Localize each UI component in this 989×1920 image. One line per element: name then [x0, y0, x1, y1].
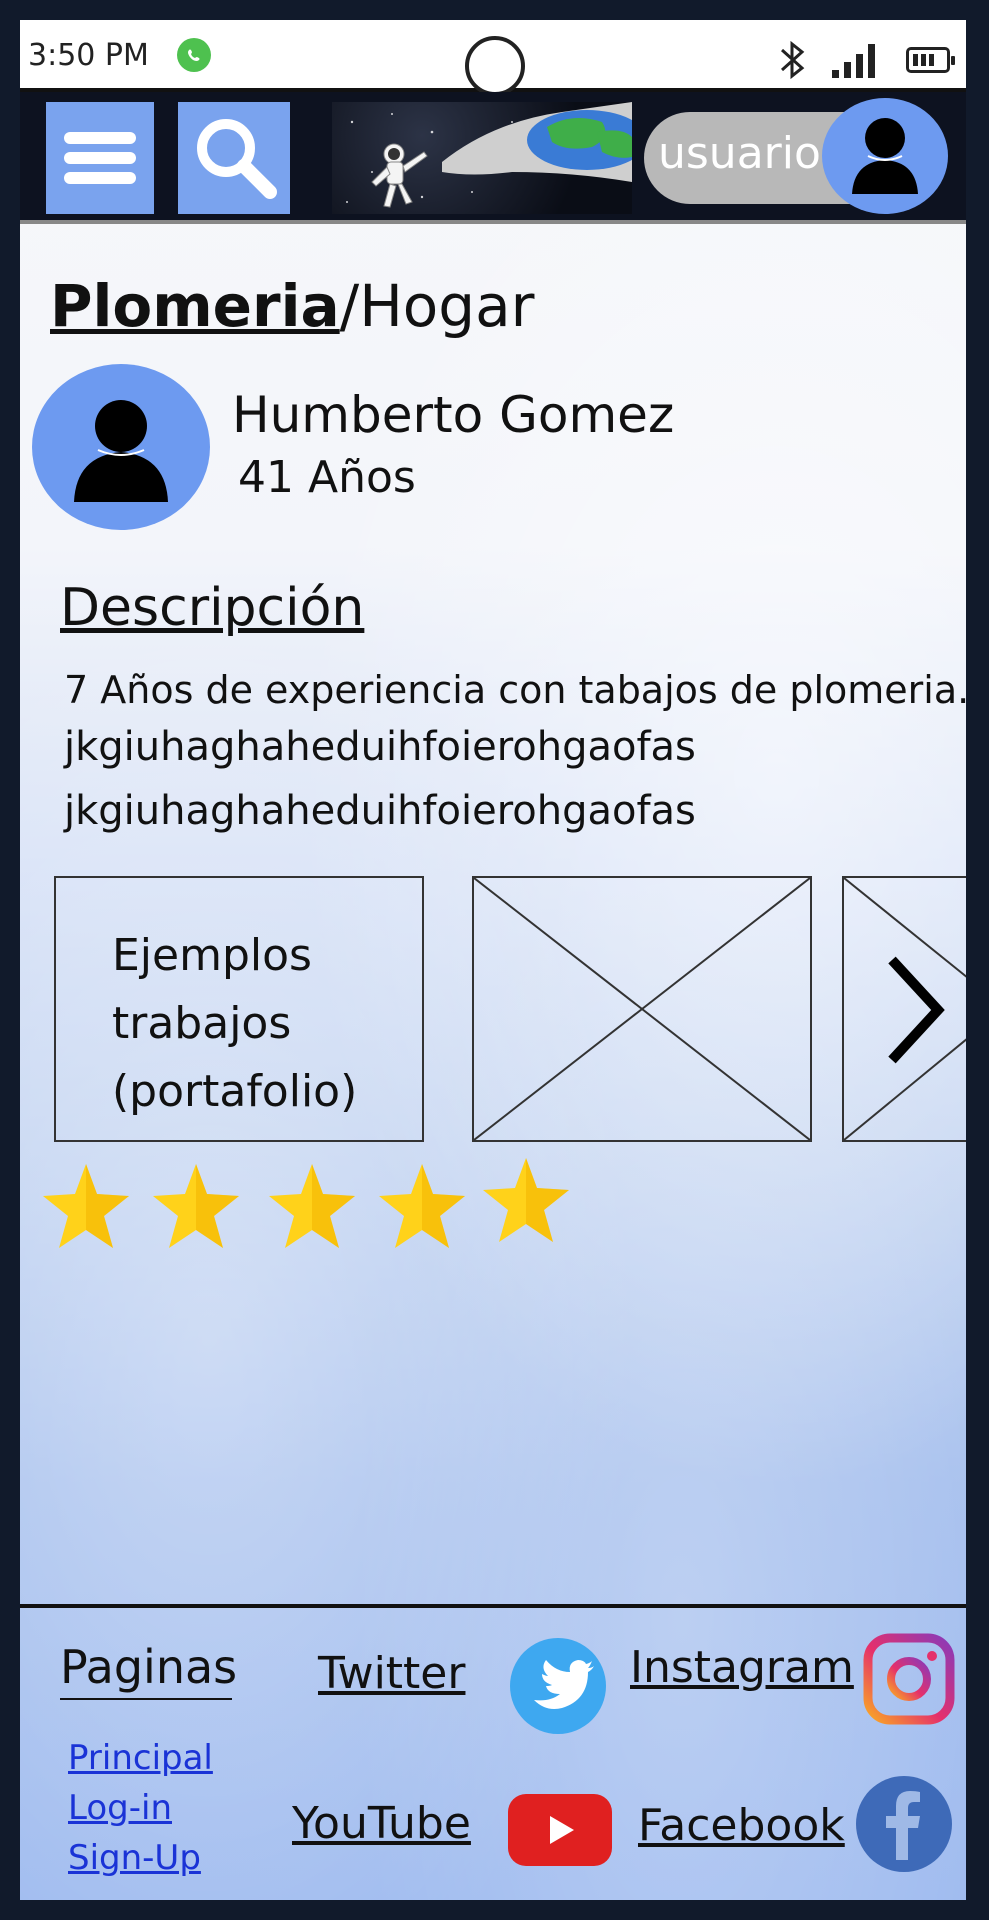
- description-line: 7 Años de experiencia con tabajos de plo…: [64, 668, 966, 712]
- signal-icon: [830, 42, 886, 84]
- footer: Paginas Principal Log-in Sign-Up Twitter…: [20, 1604, 966, 1900]
- astronaut-earth-banner: [332, 102, 632, 214]
- whatsapp-icon: [177, 38, 211, 72]
- instagram-icon[interactable]: [862, 1632, 956, 1730]
- battery-icon: [906, 47, 955, 73]
- instagram-link[interactable]: Instagram: [630, 1642, 854, 1693]
- hamburger-bar: [64, 152, 136, 164]
- user-avatar-icon[interactable]: [822, 98, 948, 214]
- status-time: 3:50 PM: [28, 38, 149, 73]
- star-icon: [150, 1160, 242, 1252]
- star-icon: [480, 1154, 572, 1246]
- search-button[interactable]: [178, 102, 290, 214]
- description-line: jkgiuhaghaheduihfoierohgaofas: [64, 724, 696, 770]
- portfolio-card[interactable]: Ejemplos trabajos (portafolio): [54, 876, 424, 1142]
- footer-link-signup[interactable]: Sign-Up: [68, 1838, 201, 1878]
- status-bar: 3:50 PM: [20, 20, 966, 96]
- star-icon: [266, 1160, 358, 1252]
- twitter-icon[interactable]: [510, 1638, 606, 1738]
- description-heading: Descripción: [60, 578, 365, 638]
- app-header: usuario: [20, 92, 966, 224]
- portfolio-line: Ejemplos: [112, 930, 312, 981]
- footer-link-principal[interactable]: Principal: [68, 1738, 213, 1778]
- search-icon: [197, 119, 277, 199]
- breadcrumb-subcategory[interactable]: Hogar: [359, 272, 534, 340]
- breadcrumb-category[interactable]: Plomeria: [50, 272, 340, 340]
- menu-button[interactable]: [46, 102, 154, 214]
- footer-link-login[interactable]: Log-in: [68, 1788, 172, 1828]
- profile-name: Humberto Gomez: [232, 386, 675, 444]
- hamburger-bar: [64, 172, 136, 184]
- bluetooth-icon: [776, 40, 810, 84]
- breadcrumb-separator: /: [339, 272, 360, 340]
- youtube-link[interactable]: YouTube: [292, 1798, 471, 1849]
- footer-pages-heading: Paginas: [60, 1640, 237, 1700]
- breadcrumb: Plomeria/Hogar: [50, 272, 535, 340]
- profile-age: 41 Años: [238, 452, 416, 503]
- youtube-icon[interactable]: [508, 1794, 612, 1870]
- phone-screen: 3:50 PM usuario Plomeria/Hogar Humberto …: [20, 20, 966, 1900]
- profile-avatar: [32, 364, 210, 530]
- camera-notch: [465, 36, 525, 96]
- facebook-link[interactable]: Facebook: [638, 1800, 845, 1851]
- portfolio-line: trabajos: [112, 998, 292, 1049]
- star-rating: [40, 1158, 600, 1252]
- portfolio-image-placeholder[interactable]: [472, 876, 812, 1142]
- chevron-right-icon[interactable]: [880, 950, 950, 1070]
- star-icon: [376, 1160, 468, 1252]
- hamburger-menu-icon: [64, 132, 136, 144]
- star-icon: [40, 1160, 132, 1252]
- description-line: jkgiuhaghaheduihfoierohgaofas: [64, 788, 696, 834]
- portfolio-text: Ejemplos trabajos (portafolio): [112, 922, 357, 1126]
- twitter-link[interactable]: Twitter: [318, 1648, 465, 1699]
- facebook-icon[interactable]: [856, 1776, 952, 1876]
- portfolio-line: (portafolio): [112, 1066, 358, 1117]
- user-label: usuario: [658, 128, 821, 179]
